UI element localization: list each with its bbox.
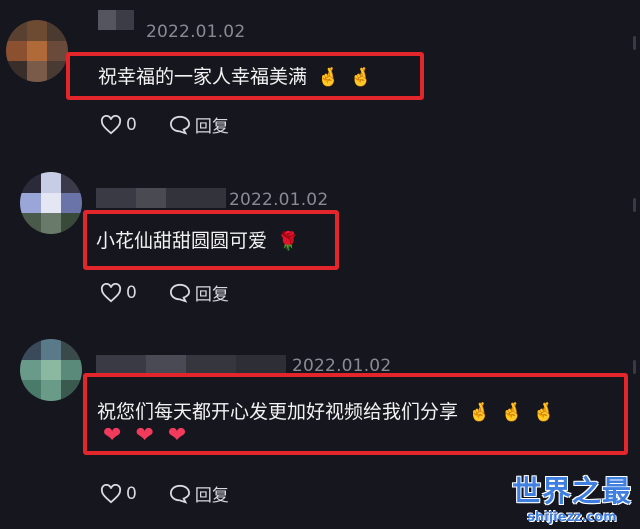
crossed-fingers-emoji: 🤞 [349, 67, 372, 88]
rose-emoji: 🌹 [277, 231, 300, 252]
comment-text: 小花仙甜甜圆圆可爱 🌹 [96, 226, 299, 253]
comment-actions: 0 回复 [100, 112, 229, 137]
reply-button[interactable]: 回复 [169, 481, 229, 506]
username-blurred[interactable] [96, 355, 286, 375]
scrollbar-mark[interactable] [633, 36, 636, 50]
comment-date: 2022.01.02 [146, 22, 246, 42]
comment-text: 祝您们每天都开心发更加好视频给我们分享 🤞 🤞 🤞 [97, 397, 555, 424]
avatar-blurred[interactable] [6, 20, 68, 82]
username-blurred[interactable] [98, 10, 134, 30]
heart-outline-icon [100, 282, 122, 302]
heart-outline-icon [100, 483, 122, 503]
comment-1: 2022.01.02 祝幸福的一家人幸福美满 🤞 🤞 0 回复 [0, 0, 640, 170]
username-blurred[interactable] [96, 188, 226, 208]
crossed-fingers-emoji: 🤞 [532, 402, 556, 423]
reply-label: 回复 [194, 486, 229, 506]
comment-text-content: 祝您们每天都开心发更加好视频给我们分享 [97, 401, 459, 423]
crossed-fingers-emoji: 🤞 [500, 402, 523, 423]
comment-text-content: 祝幸福的一家人幸福美满 [98, 66, 308, 88]
heart-emoji: ❤ [135, 423, 154, 448]
reply-button[interactable]: 回复 [169, 280, 229, 305]
comment-actions: 0 回复 [100, 481, 229, 506]
like-button[interactable]: 0 [100, 483, 137, 504]
comment-text-content: 小花仙甜甜圆圆可爱 [96, 230, 268, 252]
like-count: 0 [126, 282, 137, 303]
reply-label: 回复 [194, 285, 229, 305]
speech-bubble-icon [169, 484, 190, 504]
reply-label: 回复 [194, 117, 229, 137]
heart-outline-icon [100, 114, 122, 134]
like-button[interactable]: 0 [100, 114, 137, 135]
like-count: 0 [126, 483, 137, 504]
comment-hearts: ❤ ❤ ❤ [103, 423, 200, 448]
crossed-fingers-emoji: 🤞 [317, 67, 340, 88]
watermark: 世界之最 shijiezz.com [512, 468, 632, 525]
reply-button[interactable]: 回复 [169, 112, 229, 137]
comment-actions: 0 回复 [100, 280, 229, 305]
scrollbar-mark[interactable] [633, 198, 636, 212]
watermark-logo: 世界之最 [511, 474, 632, 508]
comment-2: 2022.01.02 小花仙甜甜圆圆可爱 🌹 0 回复 [0, 170, 640, 335]
comment-text: 祝幸福的一家人幸福美满 🤞 🤞 [98, 62, 372, 89]
heart-emoji: ❤ [103, 423, 122, 448]
crossed-fingers-emoji: 🤞 [468, 402, 491, 423]
like-button[interactable]: 0 [100, 282, 137, 303]
like-count: 0 [126, 114, 137, 135]
watermark-url: shijiezz.com [527, 510, 617, 525]
avatar-blurred[interactable] [20, 172, 82, 234]
scrollbar-mark[interactable] [633, 360, 636, 374]
comment-date: 2022.01.02 [229, 190, 329, 210]
heart-emoji: ❤ [167, 423, 187, 448]
speech-bubble-icon [169, 115, 190, 135]
avatar-blurred[interactable] [20, 339, 82, 401]
speech-bubble-icon [169, 283, 190, 303]
